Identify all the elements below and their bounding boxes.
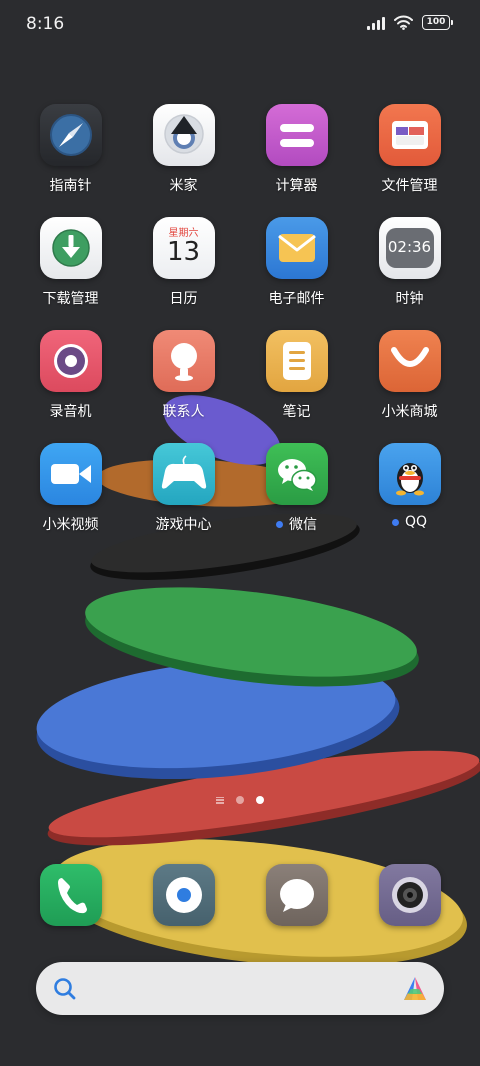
calendar-day: 13 xyxy=(166,237,201,267)
app-notes[interactable]: 笔记 xyxy=(240,330,353,443)
app-label: QQ xyxy=(404,514,428,530)
messaging-icon xyxy=(152,864,215,926)
app-wechat[interactable]: 微信 xyxy=(240,443,353,556)
dock-chat[interactable] xyxy=(240,864,353,926)
search-icon xyxy=(54,978,76,1000)
page-dot[interactable] xyxy=(236,796,244,804)
dock-messaging[interactable] xyxy=(127,864,240,926)
phone-icon xyxy=(39,864,102,926)
app-label: 米家 xyxy=(169,178,198,194)
dock-camera[interactable] xyxy=(353,864,466,926)
app-calculator[interactable]: 计算器 xyxy=(240,104,353,217)
chat-bubble-icon xyxy=(265,864,328,926)
notification-dot xyxy=(276,520,283,528)
app-row: 录音机 联系人 笔记 小米商城 xyxy=(14,330,466,443)
app-contacts[interactable]: 联系人 xyxy=(127,330,240,443)
dock-phone[interactable] xyxy=(14,864,127,926)
download-icon xyxy=(39,217,102,279)
notes-icon xyxy=(265,330,328,392)
app-compass[interactable]: 指南针 xyxy=(14,104,127,217)
search-input[interactable] xyxy=(88,970,388,1007)
app-label: 笔记 xyxy=(282,404,311,420)
app-row: 下载管理 星期六 13 日历 电子邮件 02:36 时钟 xyxy=(14,217,466,330)
app-download-manager[interactable]: 下载管理 xyxy=(14,217,127,330)
app-label: 计算器 xyxy=(275,178,318,194)
recorder-icon xyxy=(39,330,102,392)
app-label: 文件管理 xyxy=(381,178,438,194)
mail-icon xyxy=(265,217,328,279)
page-dot-active[interactable] xyxy=(256,796,264,804)
app-game-center[interactable]: 游戏中心 xyxy=(127,443,240,556)
app-label: 日历 xyxy=(169,291,198,307)
app-calendar[interactable]: 星期六 13 日历 xyxy=(127,217,240,330)
app-label: 录音机 xyxy=(49,404,92,420)
app-mijia[interactable]: 米家 xyxy=(127,104,240,217)
ai-assistant-icon[interactable] xyxy=(400,974,430,1004)
app-mi-video[interactable]: 小米视频 xyxy=(14,443,127,556)
dock xyxy=(14,864,466,926)
app-label: 小米商城 xyxy=(381,404,438,420)
calendar-icon: 星期六 13 xyxy=(152,217,215,279)
app-qq[interactable]: QQ xyxy=(353,443,466,556)
wechat-icon xyxy=(265,443,328,505)
app-label: 联系人 xyxy=(162,404,205,420)
battery-icon: 100 xyxy=(422,15,453,30)
app-label: 时钟 xyxy=(395,291,424,307)
mijia-icon xyxy=(152,104,215,166)
calculator-icon xyxy=(265,104,328,166)
clock-display: 02:36 xyxy=(387,238,432,256)
app-label: 小米视频 xyxy=(42,517,99,533)
app-label: 游戏中心 xyxy=(155,517,212,533)
app-row: 指南针 米家 计算器 文件管理 xyxy=(14,104,466,217)
mi-store-icon xyxy=(378,330,441,392)
video-icon xyxy=(39,443,102,505)
camera-icon xyxy=(378,864,441,926)
contacts-icon xyxy=(152,330,215,392)
status-time: 8:16 xyxy=(26,14,65,34)
app-grid: 指南针 米家 计算器 文件管理 下载管理 星期六 13 日历 电子邮件 02:3… xyxy=(14,104,466,556)
app-clock[interactable]: 02:36 时钟 xyxy=(353,217,466,330)
status-bar: 8:16 100 xyxy=(0,0,480,52)
app-recorder[interactable]: 录音机 xyxy=(14,330,127,443)
notification-dot xyxy=(391,518,399,526)
page-indicator[interactable] xyxy=(0,796,480,804)
app-drawer-indicator-icon[interactable] xyxy=(216,796,224,804)
game-center-icon xyxy=(152,443,215,505)
clock-icon: 02:36 xyxy=(378,217,441,279)
file-manager-icon xyxy=(378,104,441,166)
status-icons: 100 xyxy=(367,15,453,30)
search-bar[interactable] xyxy=(36,962,444,1015)
app-label: 指南针 xyxy=(49,178,92,194)
app-file-manager[interactable]: 文件管理 xyxy=(353,104,466,217)
app-row: 小米视频 游戏中心 微信 QQ xyxy=(14,443,466,556)
compass-icon xyxy=(39,104,102,166)
app-mi-store[interactable]: 小米商城 xyxy=(353,330,466,443)
app-email[interactable]: 电子邮件 xyxy=(240,217,353,330)
app-label: 微信 xyxy=(289,517,317,533)
app-label: 电子邮件 xyxy=(268,291,325,307)
signal-icon xyxy=(367,16,385,30)
qq-icon xyxy=(378,443,441,505)
app-label: 下载管理 xyxy=(42,291,99,307)
wifi-icon xyxy=(394,15,413,30)
